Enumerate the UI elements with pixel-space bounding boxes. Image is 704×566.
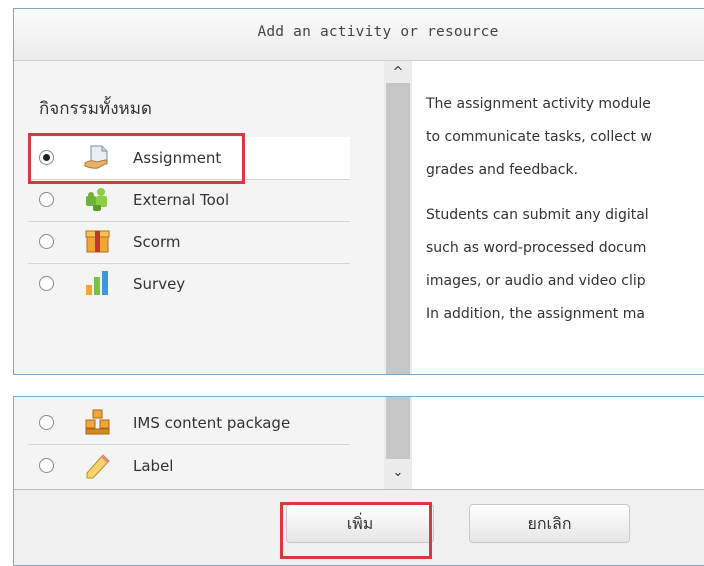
dialog-header: Add an activity or resource	[14, 9, 704, 61]
activity-description: The assignment activity module to commun…	[426, 88, 704, 331]
scroll-down-icon[interactable]: ⌄	[384, 465, 412, 480]
option-label-resource[interactable]: Label	[28, 445, 350, 487]
description-line: to communicate tasks, collect w	[426, 129, 652, 145]
activity-list: กิจกรรมทั้งหมด Assignment External Tool	[14, 61, 384, 374]
scrollbar-thumb[interactable]	[386, 83, 410, 374]
radio-label[interactable]	[39, 458, 54, 473]
option-survey[interactable]: Survey	[28, 263, 350, 305]
option-label: Label	[133, 457, 174, 475]
label-icon	[86, 454, 110, 479]
cancel-button[interactable]: ยกเลิก	[469, 504, 630, 543]
radio-survey[interactable]	[39, 276, 54, 291]
option-external-tool[interactable]: External Tool	[28, 179, 350, 222]
option-label: Survey	[133, 275, 186, 293]
radio-scorm[interactable]	[39, 234, 54, 249]
survey-icon	[86, 271, 108, 295]
highlight-assignment	[28, 133, 245, 184]
scrollbar[interactable]: ^	[384, 61, 412, 374]
scrollbar-thumb-bottom[interactable]	[386, 397, 410, 459]
option-label: Scorm	[133, 233, 181, 251]
dialog-title: Add an activity or resource	[257, 24, 499, 40]
ims-package-icon	[85, 409, 110, 435]
scorm-icon	[85, 230, 110, 253]
description-line: In addition, the assignment ma	[426, 306, 645, 322]
description-line: images, or audio and video clip	[426, 273, 646, 289]
option-ims-content-package[interactable]: IMS content package	[28, 402, 350, 445]
option-scorm[interactable]: Scorm	[28, 221, 350, 264]
description-line: Students can submit any digital	[426, 207, 649, 223]
scroll-up-icon[interactable]: ^	[384, 65, 412, 80]
description-line: grades and feedback.	[426, 162, 579, 178]
category-title: กิจกรรมทั้งหมด	[39, 99, 152, 119]
scrollbar-bottom[interactable]: ⌄	[384, 397, 412, 489]
description-line: such as word-processed docum	[426, 240, 647, 256]
option-label: External Tool	[133, 191, 230, 209]
radio-ims-content-package[interactable]	[39, 415, 54, 430]
option-label: IMS content package	[133, 414, 291, 432]
external-tool-icon	[86, 188, 107, 211]
activity-list-continued: IMS content package Label	[14, 397, 384, 489]
highlight-add-button	[280, 502, 432, 559]
description-line: The assignment activity module	[426, 96, 651, 112]
radio-external-tool[interactable]	[39, 192, 54, 207]
